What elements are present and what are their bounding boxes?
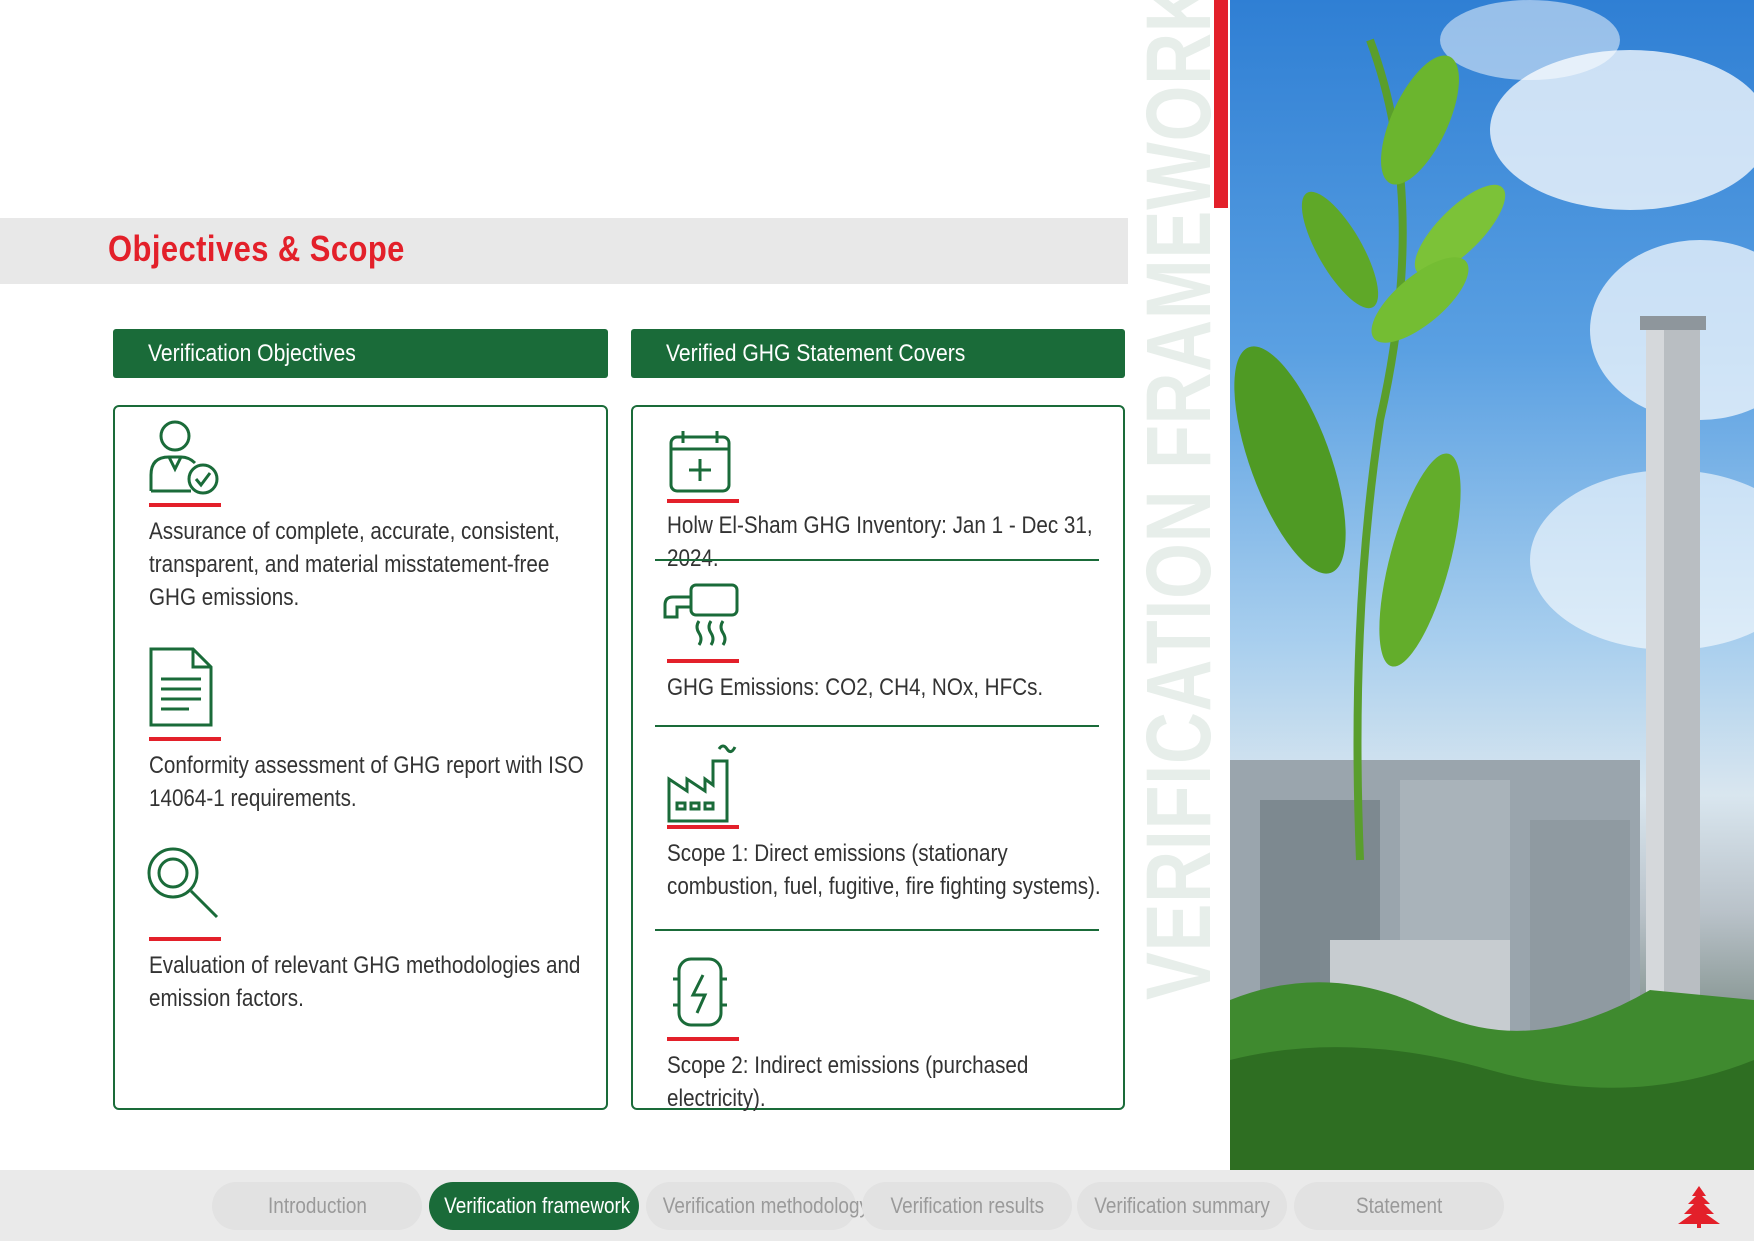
objective-text: Assurance of complete, accurate, consist… [149, 518, 560, 611]
calendar-plus-icon [663, 427, 745, 509]
page-title: Objectives & Scope [108, 228, 405, 269]
nav-verification-results[interactable]: Verification results [862, 1182, 1072, 1230]
document-icon [145, 645, 227, 727]
factory-icon [663, 741, 745, 823]
cedar-logo-icon [1676, 1184, 1722, 1228]
coverage-text: Holw El-Sham GHG Inventory: Jan 1 - Dec … [667, 512, 1093, 572]
objective-text: Conformity assessment of GHG report with… [149, 752, 584, 812]
coverage-text: GHG Emissions: CO2, CH4, NOx, HFCs. [667, 674, 1044, 701]
battery-charge-icon [663, 955, 745, 1037]
nav-verification-summary[interactable]: Verification summary [1077, 1182, 1287, 1230]
user-check-icon [145, 419, 227, 501]
divider [655, 559, 1099, 561]
coverage-header: Verified GHG Statement Covers [631, 329, 1125, 378]
coverage-text: Scope 2: Indirect emissions (purchased e… [667, 1052, 1029, 1112]
nav-statement[interactable]: Statement [1294, 1182, 1504, 1230]
section-side-title: VERIFICATION FRAMEWORK [1128, 0, 1230, 1000]
exhaust-emissions-icon [663, 583, 745, 665]
objectives-card: Assurance of complete, accurate, consist… [113, 405, 608, 1110]
coverage-text: Scope 1: Direct emissions (stationary co… [667, 840, 1101, 900]
coverage-card: Holw El-Sham GHG Inventory: Jan 1 - Dec … [631, 405, 1125, 1112]
industrial-plant-photo [1230, 0, 1754, 1170]
divider [655, 725, 1099, 727]
nav-verification-methodology[interactable]: Verification methodology [646, 1182, 869, 1230]
magnifier-icon [145, 845, 227, 927]
objective-text: Evaluation of relevant GHG methodologies… [149, 952, 581, 1012]
nav-introduction[interactable]: Introduction [212, 1182, 422, 1230]
nav-verification-framework[interactable]: Verification framework [429, 1182, 639, 1230]
objectives-header: Verification Objectives [113, 329, 608, 378]
divider [655, 929, 1099, 931]
